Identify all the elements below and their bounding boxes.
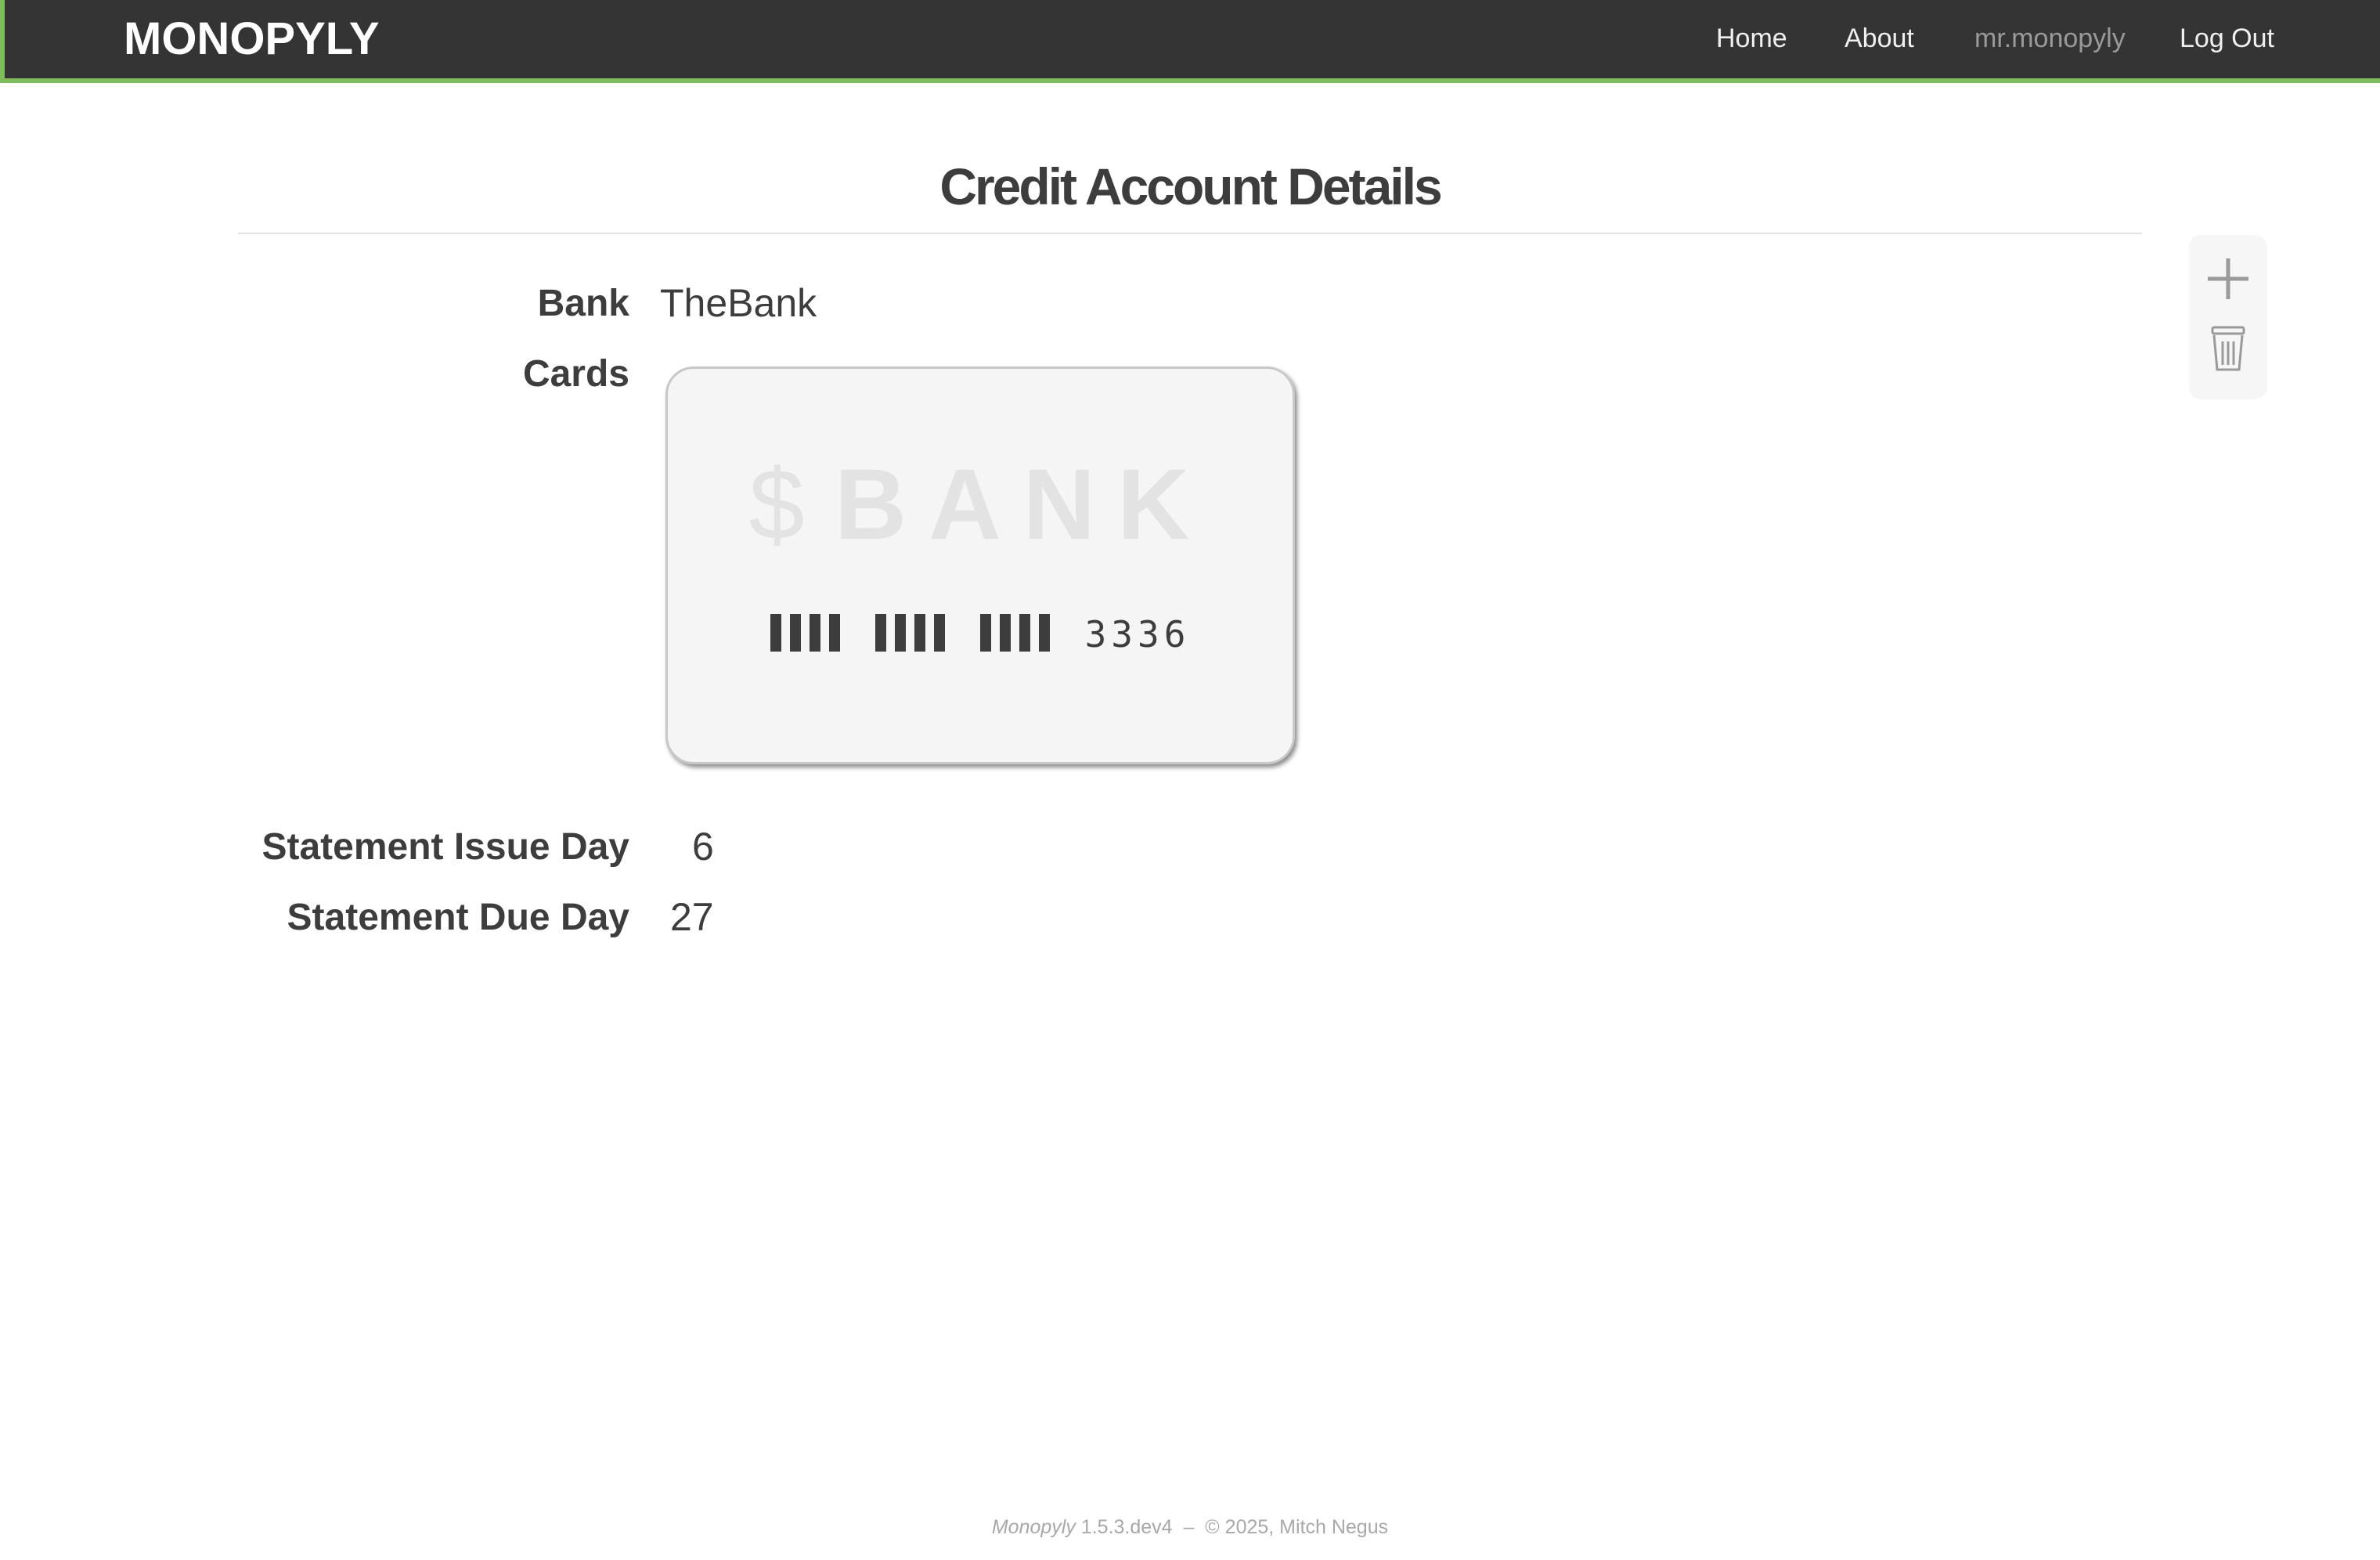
cards-label: Cards — [522, 353, 629, 395]
nav-user-link[interactable]: mr.monopyly — [1974, 23, 2126, 54]
statement-issue-day-value: 6 — [692, 825, 714, 868]
nav-home-link[interactable]: Home — [1716, 23, 1787, 54]
card-bank-watermark: $BANK — [748, 449, 1212, 561]
delete-account-button[interactable] — [2205, 324, 2252, 374]
statement-due-day-label: Statement Due Day — [287, 897, 629, 938]
bank-value: TheBank — [660, 281, 817, 325]
footer-version: 1.5.3.dev4 — [1080, 1516, 1173, 1538]
action-panel — [2189, 235, 2267, 399]
statement-due-day-value: 27 — [670, 895, 714, 939]
footer-copyright: © 2025, Mitch Negus — [1205, 1516, 1389, 1538]
nav-logout-link[interactable]: Log Out — [2180, 23, 2274, 54]
plus-icon — [2208, 258, 2248, 299]
add-card-button[interactable] — [2205, 254, 2252, 304]
trash-icon — [2211, 326, 2245, 371]
card-last-four: 3336 — [1084, 613, 1191, 655]
bank-label: Bank — [537, 283, 629, 324]
card-mask-group — [770, 613, 849, 655]
credit-card[interactable]: $BANK 3336 — [665, 367, 1295, 764]
page-title: Credit Account Details — [939, 157, 1442, 215]
card-mask-group — [979, 613, 1058, 655]
nav-about-link[interactable]: About — [1844, 23, 1914, 54]
title-divider — [238, 233, 2142, 234]
card-number: 3336 — [668, 613, 1293, 655]
card-mask-group — [874, 613, 954, 655]
top-navbar: MONOPYLY Home About mr.monopyly Log Out — [0, 0, 2380, 83]
footer-app-name: Monopyly — [991, 1516, 1076, 1538]
statement-issue-day-label: Statement Issue Day — [261, 826, 629, 868]
footer-separator: – — [1183, 1516, 1195, 1538]
page-footer: Monopyly 1.5.3.dev4 – © 2025, Mitch Negu… — [0, 1516, 2380, 1539]
brand-logo[interactable]: MONOPYLY — [124, 13, 380, 65]
